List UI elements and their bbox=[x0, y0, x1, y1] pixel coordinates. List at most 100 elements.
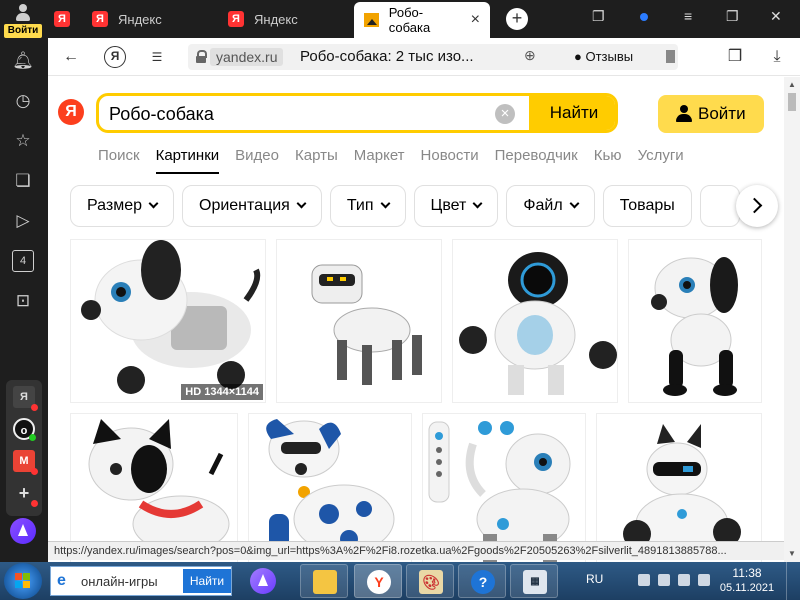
language-indicator[interactable]: RU bbox=[586, 572, 603, 586]
robot-dog-image bbox=[311, 264, 422, 385]
filter-type[interactable]: Тип bbox=[329, 185, 406, 227]
back-arrow-icon[interactable]: ← bbox=[60, 46, 82, 68]
taskbar-paint[interactable]: 🎨︎ bbox=[406, 564, 454, 598]
alice-taskbar-icon[interactable] bbox=[250, 568, 276, 594]
zoom-icon[interactable]: ⊕ bbox=[524, 47, 536, 64]
image-result[interactable] bbox=[70, 413, 238, 562]
image-result[interactable] bbox=[452, 239, 618, 403]
add-app-icon[interactable]: + bbox=[13, 482, 38, 507]
filter-more[interactable] bbox=[699, 185, 740, 227]
bell-icon[interactable]: 🔔︎ bbox=[12, 50, 34, 72]
image-result[interactable] bbox=[596, 413, 762, 562]
image-result[interactable] bbox=[422, 413, 586, 562]
collections-icon[interactable]: ❏ bbox=[12, 170, 34, 192]
filter-size[interactable]: Размер bbox=[70, 185, 174, 227]
show-desktop-button[interactable] bbox=[786, 562, 800, 600]
taskbar-calculator[interactable]: ▦ bbox=[510, 564, 558, 598]
page-scrollbar[interactable]: ▲ ▼ bbox=[784, 77, 800, 562]
scrollbar-thumb[interactable] bbox=[788, 93, 796, 111]
messenger-app-icon[interactable]: o bbox=[13, 418, 36, 441]
yandex-browser-icon: Y bbox=[367, 570, 391, 594]
filter-label: Тип bbox=[346, 197, 374, 214]
profile-button[interactable]: Войти bbox=[4, 2, 42, 38]
new-tab-button[interactable]: + bbox=[506, 8, 528, 30]
taskbar-search-button[interactable]: Найти bbox=[183, 569, 231, 593]
yandex-favicon-icon: Я bbox=[92, 11, 108, 27]
scroll-down-icon[interactable]: ▼ bbox=[788, 549, 796, 558]
service-link-market[interactable]: Маркет bbox=[354, 147, 405, 164]
image-result[interactable] bbox=[276, 239, 442, 403]
robot-dog-image bbox=[81, 240, 261, 394]
notifications-icon[interactable] bbox=[640, 8, 648, 24]
tab-yandex-1[interactable]: Я bbox=[54, 4, 70, 34]
tab-robo-dog-active[interactable]: Робо-собака × bbox=[354, 2, 490, 38]
yandex-home-icon[interactable]: Я bbox=[104, 46, 126, 68]
filter-products[interactable]: Товары bbox=[602, 185, 692, 227]
filter-orientation[interactable]: Ориентация bbox=[182, 185, 322, 227]
service-link-services[interactable]: Услуги bbox=[638, 147, 684, 164]
screenshot-icon[interactable]: ⊡ bbox=[12, 290, 34, 312]
history-icon[interactable]: ◷ bbox=[12, 90, 34, 112]
service-link-images[interactable]: Картинки bbox=[155, 147, 219, 174]
taskbar-search-input[interactable]: онлайн-игры bbox=[81, 574, 158, 589]
chevron-down-icon bbox=[296, 198, 307, 209]
yandex-images-page: Я Робо-собака × Найти Войти Поиск Картин… bbox=[48, 77, 784, 562]
service-link-news[interactable]: Новости bbox=[421, 147, 479, 164]
taskbar-search: e онлайн-игры Найти bbox=[50, 566, 232, 596]
chevron-down-icon bbox=[569, 198, 580, 209]
taskbar-clock[interactable]: 11:38 05.11.2021 bbox=[712, 566, 782, 596]
yandex-logo[interactable]: Я bbox=[58, 99, 84, 125]
tabs-manager-icon[interactable]: ❐ bbox=[592, 8, 605, 25]
service-link-q[interactable]: Кью bbox=[594, 147, 622, 164]
search-box: Робо-собака × Найти bbox=[96, 93, 618, 133]
page-login-button[interactable]: Войти bbox=[658, 95, 764, 133]
image-result[interactable]: HD 1344×1144 bbox=[70, 239, 266, 403]
reviews-button[interactable]: ● Отзывы bbox=[574, 48, 633, 66]
extensions-icon[interactable]: ❒ bbox=[724, 46, 746, 68]
tab-yandex-3[interactable]: Я Яндекс bbox=[228, 4, 298, 34]
filter-file[interactable]: Файл bbox=[506, 185, 595, 227]
search-input[interactable]: Робо-собака bbox=[109, 104, 214, 125]
yandex-app-icon[interactable]: Я bbox=[13, 386, 38, 411]
close-tab-icon[interactable]: × bbox=[471, 11, 480, 29]
tab-label: Яндекс bbox=[118, 11, 162, 27]
tab-yandex-2[interactable]: Я Яндекс bbox=[92, 4, 162, 34]
filter-bar: Размер Ориентация Тип Цвет Файл Товары bbox=[70, 185, 748, 229]
start-button[interactable] bbox=[4, 563, 42, 599]
window-close-icon[interactable]: ✕ bbox=[770, 8, 782, 25]
taskbar-explorer[interactable] bbox=[300, 564, 348, 598]
filter-color[interactable]: Цвет bbox=[413, 185, 499, 227]
menu-icon[interactable]: ≡ bbox=[684, 8, 692, 24]
scroll-up-icon[interactable]: ▲ bbox=[788, 80, 796, 89]
search-submit-button[interactable]: Найти bbox=[529, 96, 615, 130]
flag-icon[interactable] bbox=[678, 574, 690, 586]
video-play-icon[interactable]: ▷ bbox=[12, 210, 34, 232]
help-icon: ? bbox=[471, 570, 495, 594]
star-icon[interactable]: ☆ bbox=[12, 130, 34, 152]
network-icon[interactable] bbox=[658, 574, 670, 586]
badge-4-icon[interactable]: 4 bbox=[12, 250, 34, 272]
service-link-search[interactable]: Поиск bbox=[98, 147, 140, 164]
power-icon[interactable] bbox=[638, 574, 650, 586]
alice-assistant-icon[interactable] bbox=[10, 518, 36, 544]
taskbar-help[interactable]: ? bbox=[458, 564, 506, 598]
robot-dog-image bbox=[623, 424, 741, 555]
clear-search-icon[interactable]: × bbox=[495, 104, 515, 124]
hamburger-icon[interactable]: ☰ bbox=[146, 46, 168, 68]
taskbar-yandex-browser[interactable]: Y bbox=[354, 564, 402, 598]
robot-dog-image bbox=[651, 257, 738, 396]
service-link-video[interactable]: Видео bbox=[235, 147, 279, 164]
volume-icon[interactable] bbox=[698, 574, 710, 586]
filter-label: Товары bbox=[619, 197, 675, 214]
filters-next-arrow-icon[interactable] bbox=[736, 185, 778, 227]
service-link-maps[interactable]: Карты bbox=[295, 147, 338, 164]
image-result[interactable] bbox=[628, 239, 762, 403]
gmail-app-icon[interactable]: M bbox=[13, 450, 38, 475]
address-bar[interactable]: yandex.ru Робо-собака: 2 тыс изо... ⊕ ● … bbox=[188, 44, 678, 70]
image-result[interactable] bbox=[248, 413, 412, 562]
bookmark-icon[interactable] bbox=[666, 50, 675, 63]
robot-dog-image bbox=[266, 419, 395, 554]
service-link-translator[interactable]: Переводчик bbox=[495, 147, 578, 164]
download-icon[interactable]: ⤓ bbox=[766, 46, 788, 68]
window-restore-icon[interactable]: ❐ bbox=[726, 8, 739, 25]
